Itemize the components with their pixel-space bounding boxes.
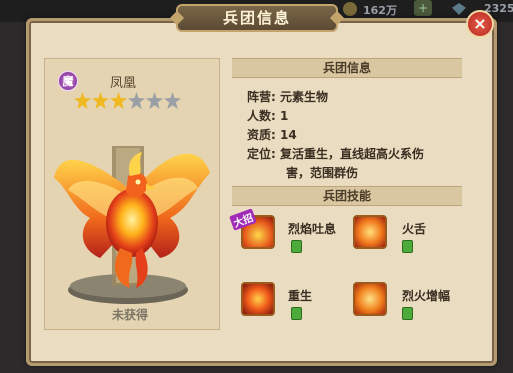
unit-count: 人数: 1 (247, 109, 289, 123)
star-empty-icon (128, 92, 145, 109)
panel-title: 兵团信息 (176, 4, 338, 32)
skill-lock-icon (291, 240, 302, 253)
unit-role-line2: 害，范围群伤 (286, 166, 359, 180)
faction-badge: 魔 (58, 71, 78, 91)
close-button[interactable]: × (466, 10, 494, 38)
skill-lock-icon (402, 240, 413, 253)
unit-name: 凤凰 (110, 76, 137, 91)
star-icon (110, 92, 127, 109)
skill-lock-icon (402, 307, 413, 320)
star-empty-icon (164, 92, 181, 109)
skill-name: 火舌 (402, 222, 427, 236)
star-empty-icon (146, 92, 163, 109)
star-icon (74, 92, 91, 109)
skill-lock-icon (291, 307, 302, 320)
skill-fire-tongue-icon[interactable] (353, 215, 387, 249)
unit-aptitude: 资质: 14 (247, 128, 297, 142)
unit-camp: 阵营: 元素生物 (247, 90, 328, 104)
gem-icon (452, 3, 466, 15)
skill-rebirth-icon[interactable] (241, 282, 275, 316)
star-rating (74, 92, 182, 110)
skill-name: 重生 (288, 289, 313, 303)
info-section-header: 兵团信息 (232, 58, 462, 78)
phoenix-illustration (54, 146, 210, 304)
star-icon (92, 92, 109, 109)
skill-name: 烈焰吐息 (288, 222, 337, 236)
unit-role-line1: 定位: 复活重生，直线超高火系伤 (247, 147, 424, 161)
skill-fire-amplify-icon[interactable] (353, 282, 387, 316)
skills-section-header: 兵团技能 (232, 186, 462, 206)
skill-name: 烈火增幅 (402, 289, 451, 303)
add-gold-button[interactable]: + (414, 0, 432, 16)
gold-coin-icon (343, 2, 357, 16)
unit-status: 未获得 (112, 308, 149, 322)
gold-amount: 162万 (363, 4, 397, 17)
